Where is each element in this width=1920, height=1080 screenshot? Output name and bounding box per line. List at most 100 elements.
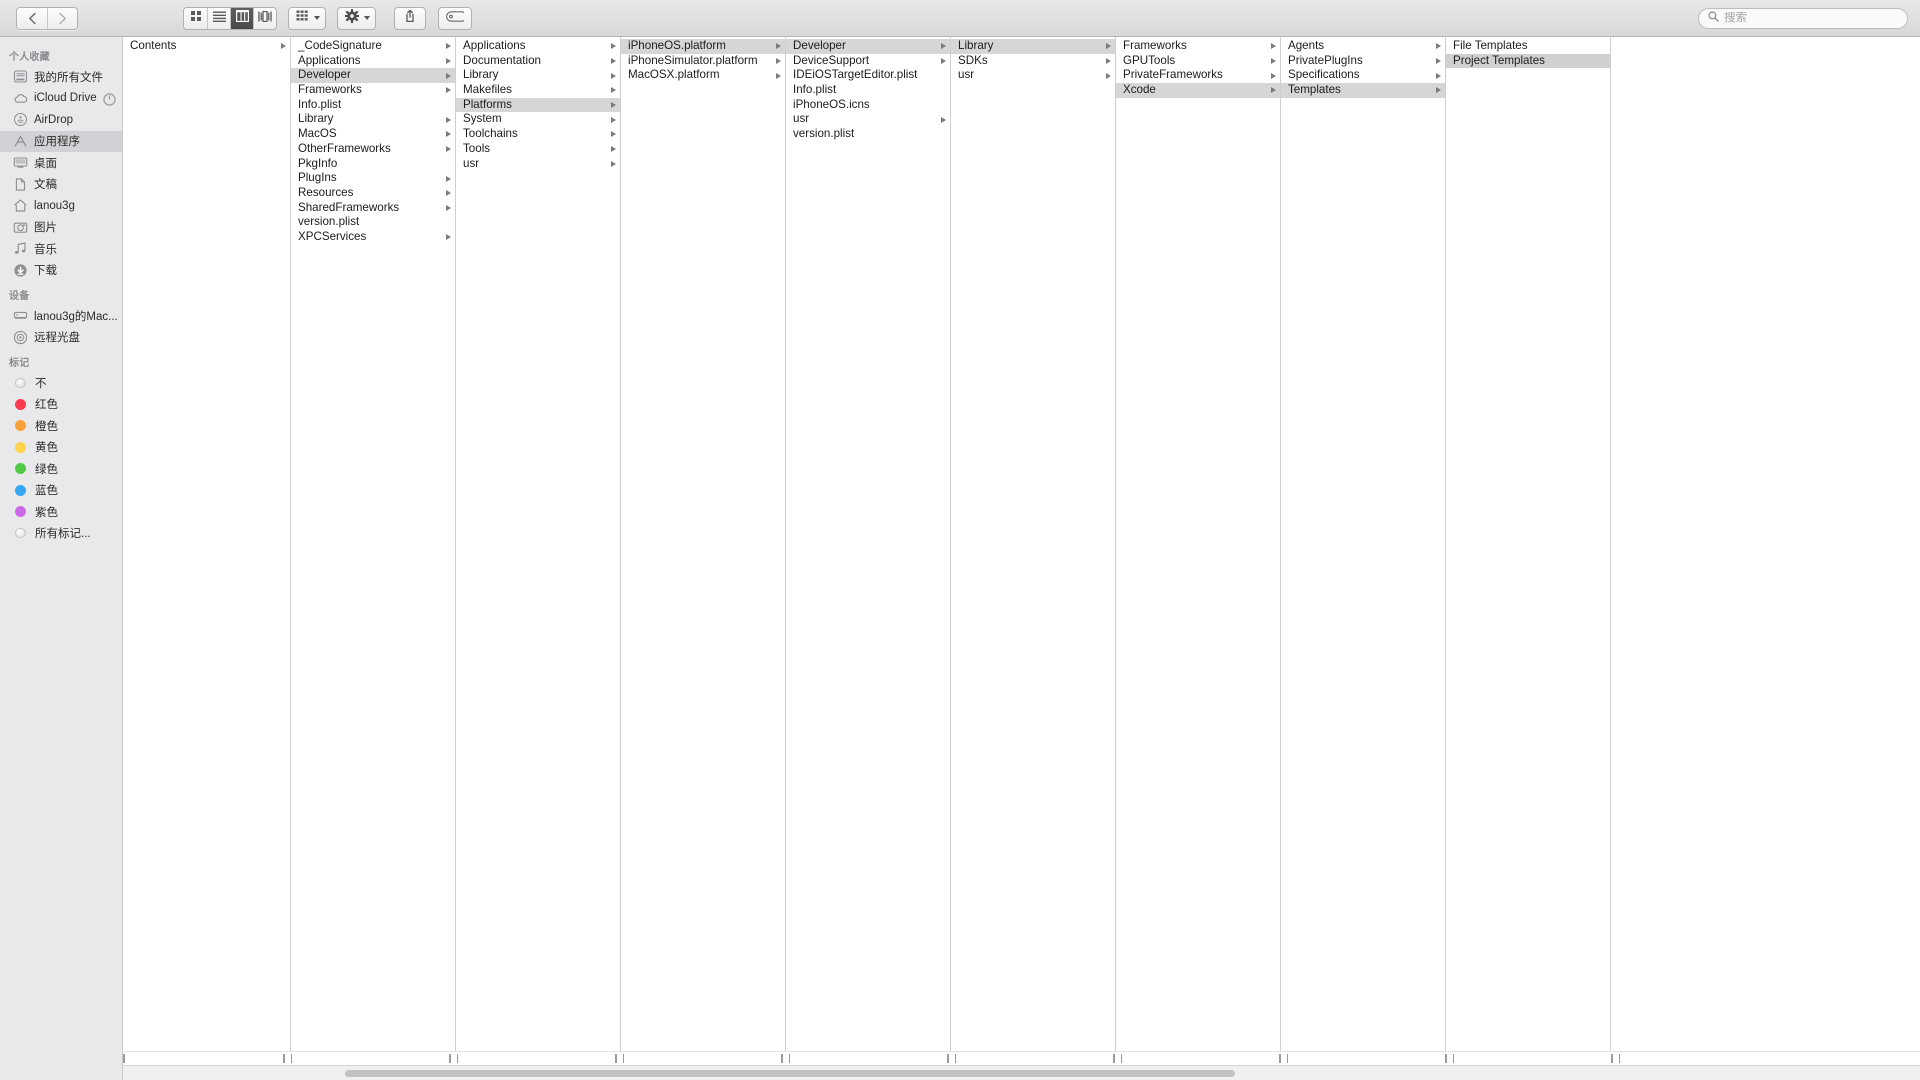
action-button[interactable]: [337, 7, 376, 30]
horizontal-scrollbar[interactable]: [123, 1065, 1920, 1080]
column-row[interactable]: Documentation: [456, 54, 620, 69]
column-resize-handle[interactable]: [947, 1053, 956, 1064]
column-row-label: Developer: [793, 39, 937, 54]
column-row[interactable]: Frameworks: [291, 83, 455, 98]
sidebar-item-所有标记[interactable]: 所有标记...: [0, 523, 122, 545]
column-row[interactable]: Resources: [291, 186, 455, 201]
column-resize-handle[interactable]: [1611, 1053, 1620, 1064]
column-row[interactable]: Makefiles: [456, 83, 620, 98]
sidebar-item-airdrop[interactable]: AirDrop: [0, 109, 122, 131]
column-resize-handle[interactable]: [615, 1053, 624, 1064]
column-row[interactable]: Frameworks: [1116, 39, 1280, 54]
column-row[interactable]: usr: [786, 112, 950, 127]
column-row[interactable]: PkgInfo: [291, 157, 455, 172]
column-row[interactable]: SharedFrameworks: [291, 201, 455, 216]
list-view-button[interactable]: [207, 8, 230, 29]
tag-button[interactable]: [438, 7, 472, 30]
column-resize-handle[interactable]: [123, 1053, 132, 1064]
column-row[interactable]: PrivateFrameworks: [1116, 68, 1280, 83]
icon-view-button[interactable]: [184, 8, 207, 29]
column-row[interactable]: Library: [291, 112, 455, 127]
column-row[interactable]: DeviceSupport: [786, 54, 950, 69]
sidebar-item-远程光盘[interactable]: 远程光盘: [0, 327, 122, 349]
column-row[interactable]: Developer: [786, 39, 950, 54]
sidebar-item-应用程序[interactable]: 应用程序: [0, 131, 122, 153]
column-resize-handle[interactable]: [1113, 1053, 1122, 1064]
sidebar-item-桌面[interactable]: 桌面: [0, 152, 122, 174]
back-button[interactable]: [17, 8, 47, 29]
column-row[interactable]: Applications: [291, 54, 455, 69]
column-resize-handle[interactable]: [1445, 1053, 1454, 1064]
disclosure-arrow-icon: [611, 131, 616, 137]
sidebar-item-绿色[interactable]: 绿色: [0, 458, 122, 480]
column-row[interactable]: _CodeSignature: [291, 39, 455, 54]
column-row[interactable]: Toolchains: [456, 127, 620, 142]
disclosure-arrow-icon: [941, 117, 946, 123]
sidebar-item-label: 文稿: [34, 176, 57, 192]
column-row[interactable]: XPCServices: [291, 230, 455, 245]
column-row[interactable]: Platforms: [456, 98, 620, 113]
column-resize-handle[interactable]: [1279, 1053, 1288, 1064]
column-resize-handle[interactable]: [781, 1053, 790, 1064]
column-row[interactable]: Info.plist: [291, 98, 455, 113]
gallery-view-button[interactable]: [253, 8, 276, 29]
column-row[interactable]: Templates: [1281, 83, 1445, 98]
column-resize-handle[interactable]: [283, 1053, 292, 1064]
coverflow-icon: [258, 9, 272, 27]
sidebar-item-下载[interactable]: 下载: [0, 260, 122, 282]
column-row-label: Applications: [298, 54, 442, 69]
sidebar-item-紫色[interactable]: 紫色: [0, 501, 122, 523]
column-row[interactable]: System: [456, 112, 620, 127]
column-resize-handle[interactable]: [449, 1053, 458, 1064]
sidebar-item-橙色[interactable]: 橙色: [0, 415, 122, 437]
sidebar-item-黄色[interactable]: 黄色: [0, 437, 122, 459]
column-row[interactable]: Contents: [123, 39, 290, 54]
column-row[interactable]: PlugIns: [291, 171, 455, 186]
column-row[interactable]: Library: [951, 39, 1115, 54]
column-row[interactable]: MacOSX.platform: [621, 68, 785, 83]
sidebar-item-我的所有文件[interactable]: 我的所有文件: [0, 66, 122, 88]
column-row[interactable]: usr: [456, 157, 620, 172]
column-row[interactable]: IDEiOSTargetEditor.plist: [786, 68, 950, 83]
sidebar-item-lanou3g[interactable]: lanou3g: [0, 195, 122, 217]
column-row[interactable]: OtherFrameworks: [291, 142, 455, 157]
sidebar-item-不[interactable]: 不: [0, 372, 122, 394]
column-view-button[interactable]: [230, 8, 253, 29]
sidebar-item-图片[interactable]: 图片: [0, 217, 122, 239]
column-row[interactable]: Tools: [456, 142, 620, 157]
column-row[interactable]: version.plist: [786, 127, 950, 142]
column-row[interactable]: GPUTools: [1116, 54, 1280, 69]
column-row[interactable]: File Templates: [1446, 39, 1610, 54]
column-row[interactable]: Developer: [291, 68, 455, 83]
column-row[interactable]: PrivatePlugIns: [1281, 54, 1445, 69]
sidebar-item-红色[interactable]: 红色: [0, 394, 122, 416]
column-row[interactable]: version.plist: [291, 215, 455, 230]
column-row[interactable]: Xcode: [1116, 83, 1280, 98]
column-row[interactable]: Project Templates: [1446, 54, 1610, 69]
sidebar-item-icloud-drive[interactable]: iCloud Drive: [0, 88, 122, 110]
sidebar-item-文稿[interactable]: 文稿: [0, 174, 122, 196]
column-row[interactable]: iPhoneOS.platform: [621, 39, 785, 54]
column-row-label: SharedFrameworks: [298, 201, 442, 216]
column-row[interactable]: iPhoneOS.icns: [786, 98, 950, 113]
arrange-button[interactable]: [288, 7, 326, 30]
forward-button[interactable]: [47, 8, 77, 29]
sidebar-item-蓝色[interactable]: 蓝色: [0, 480, 122, 502]
column-row[interactable]: Info.plist: [786, 83, 950, 98]
scrollbar-thumb[interactable]: [345, 1070, 1235, 1077]
column-row[interactable]: usr: [951, 68, 1115, 83]
sidebar-item-音乐[interactable]: 音乐: [0, 238, 122, 260]
column-row[interactable]: Applications: [456, 39, 620, 54]
tag-dot-icon: [15, 442, 26, 453]
column-row[interactable]: iPhoneSimulator.platform: [621, 54, 785, 69]
sidebar-item-lanou3g的mac[interactable]: lanou3g的Mac...: [0, 305, 122, 327]
column-row[interactable]: SDKs: [951, 54, 1115, 69]
search-field[interactable]: [1698, 8, 1908, 29]
search-input[interactable]: [1724, 12, 1898, 24]
column-row-label: version.plist: [793, 127, 946, 142]
column-row[interactable]: Specifications: [1281, 68, 1445, 83]
column-row[interactable]: Library: [456, 68, 620, 83]
share-button[interactable]: [394, 7, 426, 30]
column-row[interactable]: Agents: [1281, 39, 1445, 54]
column-row[interactable]: MacOS: [291, 127, 455, 142]
